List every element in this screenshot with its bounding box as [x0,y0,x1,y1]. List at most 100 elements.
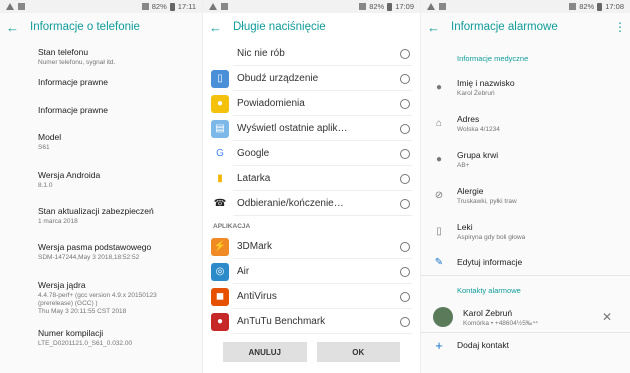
radio-button[interactable] [400,266,410,277]
radio-option[interactable]: ◎ Air [203,259,420,284]
signal-icon [359,3,367,10]
more-options-icon[interactable]: ⋮ [614,20,626,34]
cancel-button[interactable]: ANULUJ [223,342,307,362]
emergency-contact[interactable]: Karol Żebruń Komórka • +48604½5‰⁴⁴ ✕ [421,302,630,332]
radio-option[interactable]: ▤ Wyświetl ostatnie aplik… [203,116,420,141]
battery-percent: 82% [579,2,595,11]
info-title: Imię i nazwisko [457,77,515,88]
option-list: Nic nie rób ▯ Obudź urządzenie ● Powiadomien… [203,41,420,216]
settings-item[interactable]: Wersja Androida 8.1.0 [0,164,202,200]
medical-info-item[interactable]: ⊘ Alergie Truskawki, pyłki traw [421,177,630,213]
settings-item-title: Wersja pasma podstawowego [38,242,152,252]
status-bar: 82% 17:08 [421,0,630,13]
option-label: Odbieranie/kończenie… [237,198,344,209]
page-title: Informacje o telefonie [30,21,140,33]
settings-item[interactable]: Numer kompilacji LTE_D0201121.0_S61_0.032… [0,322,202,352]
settings-item[interactable]: Informacje prawne [0,71,202,99]
antivirus-icon: ◼ [211,287,229,306]
radio-option[interactable]: ☎ Odbieranie/kończenie… [203,191,420,216]
option-label: AnTuTu Benchmark [237,316,326,327]
radio-button[interactable] [400,291,410,302]
option-label: Powiadomienia [237,98,305,109]
settings-item[interactable]: Wersja pasma podstawowego SDM-147244,May … [0,236,202,274]
battery-percent: 82% [151,2,167,11]
settings-item-title: Stan aktualizacji zabezpieczeń [38,206,154,216]
person-icon: ● [435,81,443,93]
radio-option[interactable]: G Google [203,141,420,166]
drop-icon: ● [435,153,443,165]
signal-icon [569,3,577,10]
blank-icon [211,45,229,63]
radio-option[interactable]: ● Powiadomienia [203,91,420,116]
medical-info-item[interactable]: ● Imię i nazwisko Karol Żebruń [421,69,630,105]
radio-button[interactable] [400,173,410,184]
option-label: Wyświetl ostatnie aplik… [237,123,348,134]
back-arrow-icon[interactable]: ← [209,20,233,35]
medical-info-item[interactable]: ● Grupa krwi AB+ [421,141,630,177]
antutu-icon: ● [211,312,229,331]
settings-item[interactable]: Informacje prawne [0,99,202,126]
dialog-buttons: ANULUJ OK [203,342,420,362]
settings-item-value: 8.1.0 [38,182,53,189]
medical-info-header: Informacje medyczne [457,54,529,63]
radio-option[interactable]: Nic nie rób [203,41,420,66]
3dmark-icon: ⚡ [211,237,229,256]
settings-item-title: Model [38,132,62,142]
no-entry-icon: ⊘ [434,189,444,201]
radio-option[interactable]: ▮ Latarka [203,166,420,191]
clock: 17:09 [395,2,414,11]
settings-item-value: Numer telefonu, sygnał itd. [38,59,116,66]
call-icon: ☎ [211,194,229,213]
edit-info-label: Edytuj informacje [457,257,523,267]
settings-item[interactable]: Model S61 [0,126,202,164]
radio-button[interactable] [400,73,410,84]
app-bar: ← Informacje alarmowe ⋮ [421,13,630,41]
image-icon [18,3,25,10]
signal-icon [141,3,149,10]
radio-button[interactable] [400,48,410,59]
status-bar: 82% 17:09 [203,0,420,13]
settings-item-value: LTE_D0201121.0_S61_0.032.00 [38,340,133,347]
radio-option[interactable]: ● AnTuTu Benchmark [203,309,420,334]
settings-item-title: Numer kompilacji [38,328,104,338]
close-icon[interactable]: ✕ [602,310,630,324]
radio-button[interactable] [400,316,410,327]
emergency-info-screen: 82% 17:08 ← Informacje alarmowe ⋮ Informa… [420,0,630,373]
back-arrow-icon[interactable]: ← [427,20,451,35]
settings-item[interactable]: Stan aktualizacji zabezpieczeń 1 marca 20… [0,200,202,236]
info-value: Aspiryna gdy boli głowa [457,233,526,241]
radio-button[interactable] [400,123,410,134]
long-press-dialog: 82% 17:09 ← Długie naciśnięcie Nic nie ró… [202,0,420,373]
back-arrow-icon[interactable]: ← [6,20,30,35]
info-value: Wolska 4/1234 [457,125,500,133]
contacts-header: Kontakty alarmowe [457,286,521,295]
info-title: Leki [457,221,473,232]
radio-option[interactable]: ◼ AntiVirus [203,284,420,309]
radio-option[interactable]: ⚡ 3DMark [203,234,420,259]
edit-info-item[interactable]: ✎ Edytuj informacje [421,249,630,275]
radio-button[interactable] [400,98,410,109]
medical-info-item[interactable]: ▯ Leki Aspiryna gdy boli głowa [421,213,630,249]
settings-item[interactable]: Wersja jądra 4.4.78-perf+ (gcc version 4.… [0,274,202,322]
radio-button[interactable] [400,148,410,159]
info-value: Karol Żebruń [457,89,495,97]
warning-icon [427,3,435,10]
settings-item[interactable]: Stan telefonu Numer telefonu, sygnał itd. [0,41,202,71]
battery-icon [387,2,393,11]
phone-info-screen: 82% 17:11 ← Informacje o telefonie Stan t… [0,0,202,373]
plus-icon: + [435,337,443,353]
add-contact-item[interactable]: + Dodaj kontakt [421,333,630,357]
radio-button[interactable] [400,198,410,209]
info-value: Truskawki, pyłki traw [457,197,517,205]
google-icon: G [211,144,229,163]
info-title: Adres [457,113,480,124]
radio-option[interactable]: ▯ Obudź urządzenie [203,66,420,91]
home-icon: ⌂ [435,117,443,129]
settings-item-title: Informacje prawne [38,77,108,87]
settings-list: Stan telefonu Numer telefonu, sygnał itd.… [0,41,202,352]
ok-button[interactable]: OK [316,342,400,362]
radio-button[interactable] [400,241,410,252]
info-value: AB+ [457,161,470,169]
status-bar: 82% 17:11 [0,0,202,13]
medical-info-item[interactable]: ⌂ Adres Wolska 4/1234 [421,105,630,141]
